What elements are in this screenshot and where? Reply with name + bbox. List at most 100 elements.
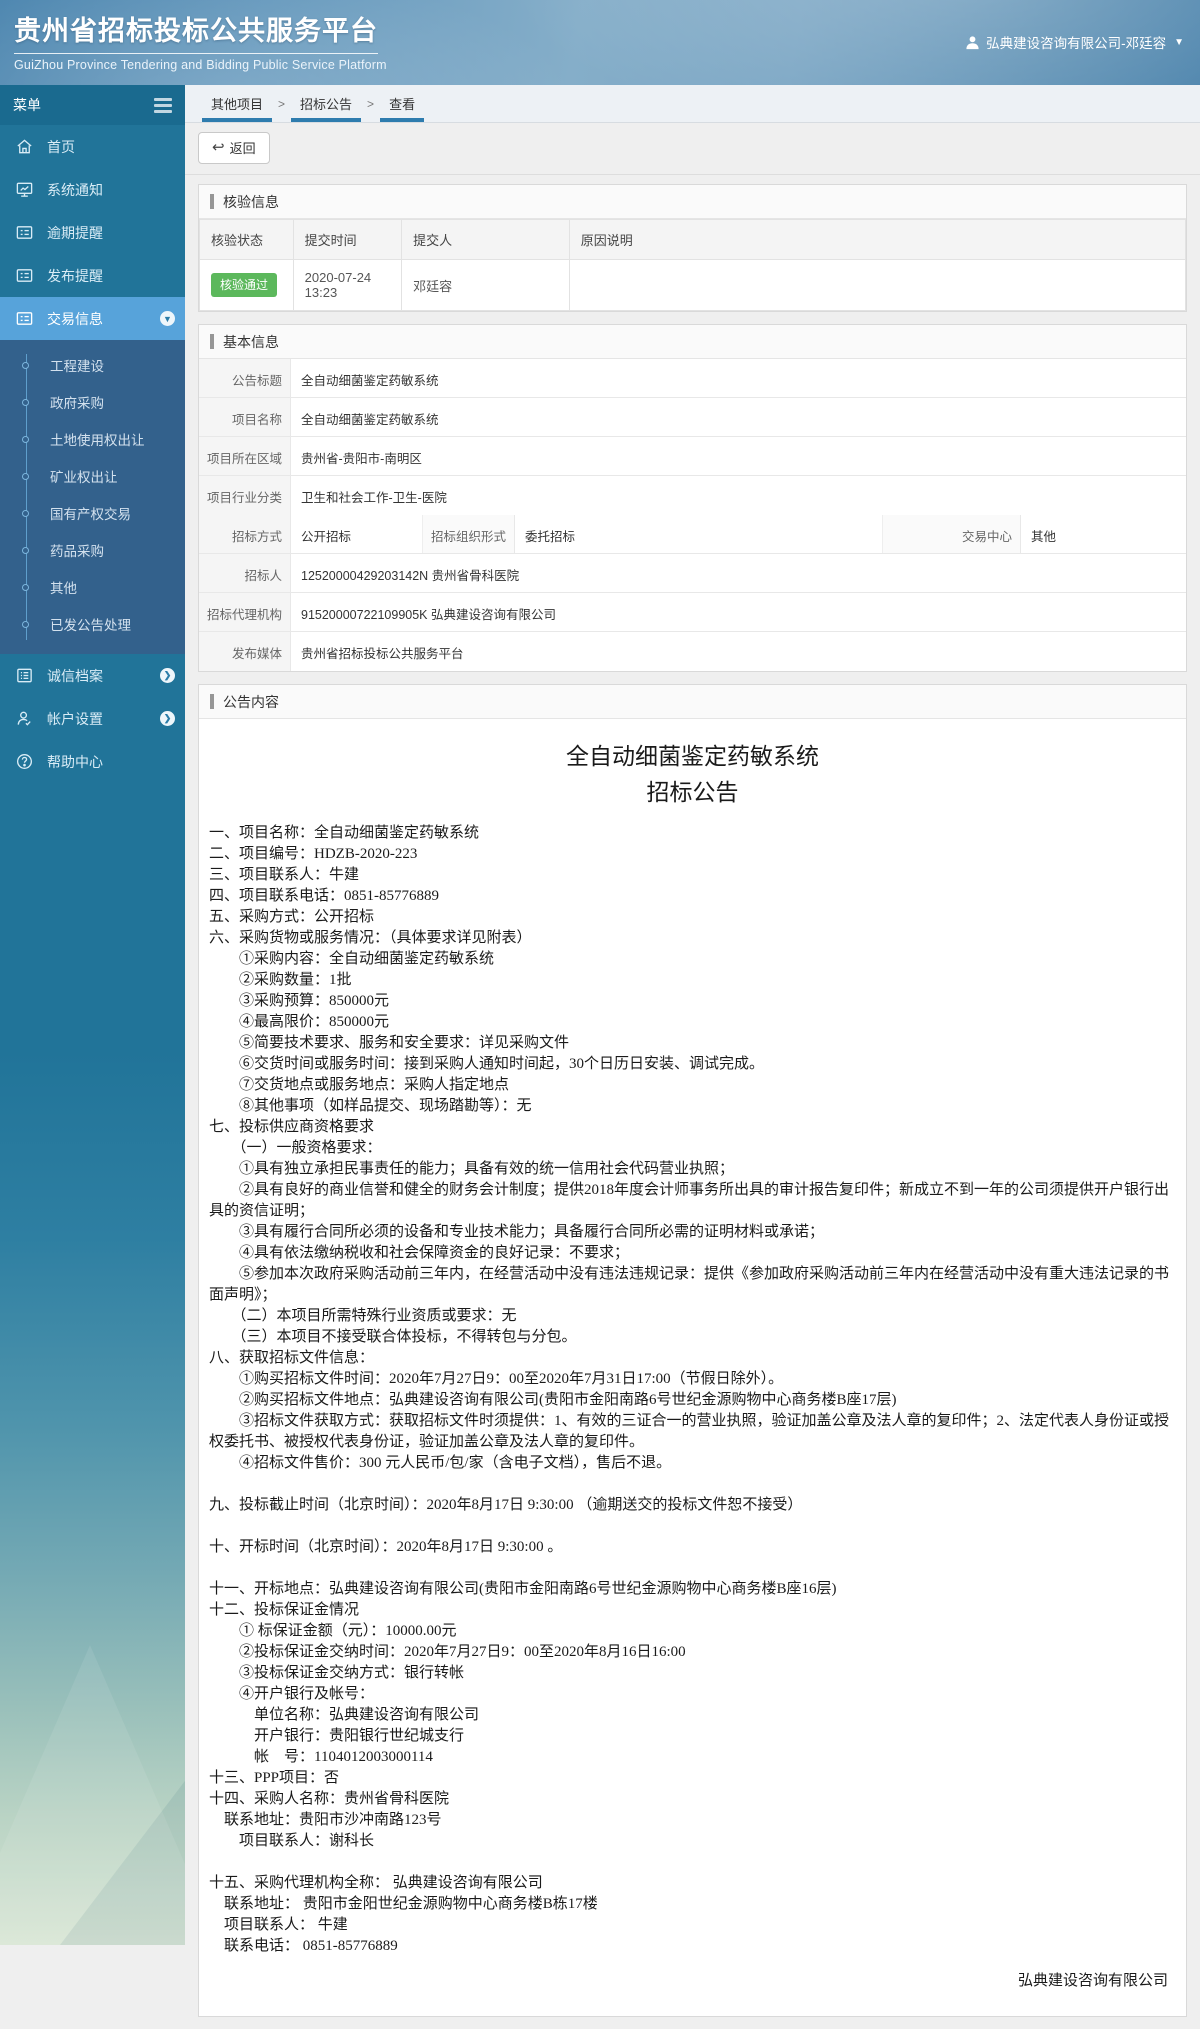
info-value: 91520000722109905K 弘典建设咨询有限公司	[291, 593, 1186, 631]
doc-line: 单位名称：弘典建设咨询有限公司	[209, 1707, 480, 1723]
doc-line: 帐 号：1104012003000114	[209, 1749, 433, 1765]
info-label: 交易中心	[883, 515, 1021, 553]
bullet-icon	[22, 436, 29, 443]
page-subtitle: GuiZhou Province Tendering and Bidding P…	[14, 58, 387, 72]
sidebar-item-label: 诚信档案	[47, 667, 103, 684]
doc-line: ①购买招标文件时间：2020年7月27日9：00至2020年7月31日17:00…	[209, 1371, 784, 1387]
column-header: 核验状态	[199, 219, 294, 260]
bullet-icon	[22, 621, 29, 628]
sidebar-item-help-center[interactable]: 帮助中心	[0, 740, 185, 783]
sidebar-item-label: 交易信息	[47, 310, 103, 327]
doc-line: 十一、开标地点：弘典建设咨询有限公司(贵阳市金阳南路6号世纪金源购物中心商务楼B…	[209, 1581, 837, 1597]
sidebar-item-home[interactable]: 首页	[0, 125, 185, 168]
submenu-item-label: 政府采购	[50, 396, 104, 411]
verify-info-title: 核验信息	[199, 185, 1186, 219]
sidebar-item-label: 发布提醒	[47, 267, 103, 284]
doc-line: ④招标文件售价：300 元人民币/包/家（含电子文档），售后不退。	[209, 1455, 672, 1471]
breadcrumb-item-tender-announcement[interactable]: 招标公告	[288, 85, 364, 122]
submenu-item[interactable]: 政府采购	[0, 385, 185, 422]
info-row-triple: 招标方式 公开招标 招标组织形式 委托招标 交易中心 其他	[199, 515, 1186, 554]
chevron-right-icon: ❯	[160, 668, 175, 683]
document-body: 一、项目名称：全自动细菌鉴定药敏系统 二、项目编号：HDZB-2020-223 …	[209, 823, 1176, 1957]
submenu-item[interactable]: 其他	[0, 570, 185, 607]
sidebar-item-account-settings[interactable]: 帐户设置 ❯	[0, 697, 185, 740]
info-label: 项目所在区域	[199, 437, 291, 475]
doc-line: ⑦交货地点或服务地点：采购人指定地点	[209, 1077, 510, 1093]
hamburger-icon[interactable]	[154, 97, 172, 113]
back-button-label: 返回	[229, 141, 256, 156]
folder-list-icon	[16, 226, 33, 239]
info-label: 发布媒体	[199, 632, 291, 671]
user-menu[interactable]: 弘典建设咨询有限公司-邓廷容 ▼	[965, 32, 1184, 52]
info-row: 项目行业分类 卫生和社会工作-卫生-医院	[199, 476, 1186, 515]
info-row: 招标代理机构 91520000722109905K 弘典建设咨询有限公司	[199, 593, 1186, 632]
toolbar: ↩ 返回	[185, 123, 1200, 175]
verify-info-table: 核验状态 提交时间 提交人 原因说明 核验通过 2020-07-24 13:23…	[199, 219, 1187, 311]
announcement-title: 公告内容	[199, 685, 1186, 719]
breadcrumb-item-view[interactable]: 查看	[377, 85, 427, 122]
sidebar: 菜单 首页 系统通知 逾期提醒 发布提醒 交易信息 ▼ 工程建设 政府采购 土地…	[0, 85, 185, 1945]
info-label: 招标组织形式	[423, 515, 515, 553]
sidebar-item-overdue-reminder[interactable]: 逾期提醒	[0, 211, 185, 254]
table-header-row: 核验状态 提交时间 提交人 原因说明	[199, 219, 1187, 260]
info-label: 项目名称	[199, 398, 291, 436]
submenu-item[interactable]: 国有产权交易	[0, 496, 185, 533]
basic-info-rows: 公告标题 全自动细菌鉴定药敏系统 项目名称 全自动细菌鉴定药敏系统 项目所在区域…	[199, 359, 1186, 515]
info-label: 招标方式	[199, 515, 291, 553]
app-header: 贵州省招标投标公共服务平台 GuiZhou Province Tendering…	[0, 0, 1200, 85]
folder-list-icon	[16, 269, 33, 282]
back-button[interactable]: ↩ 返回	[198, 132, 270, 164]
doc-line: 十五、采购代理机构全称： 弘典建设咨询有限公司	[209, 1875, 543, 1891]
doc-line: 开户银行：贵阳银行世纪城支行	[209, 1728, 465, 1744]
doc-line	[209, 1558, 1176, 1579]
doc-line: 联系地址： 贵阳市金阳世纪金源购物中心商务楼B栋17楼	[209, 1896, 598, 1912]
doc-line: ③具有履行合同所必须的设备和专业技术能力；具备履行合同所必需的证明材料或承诺；	[209, 1224, 825, 1240]
info-value: 委托招标	[515, 515, 883, 553]
info-row: 项目名称 全自动细菌鉴定药敏系统	[199, 398, 1186, 437]
user-name: 弘典建设咨询有限公司-邓廷容	[986, 36, 1167, 51]
reason-cell	[568, 259, 1187, 311]
doc-line: （一）一般资格要求：	[209, 1140, 382, 1156]
info-value: 卫生和社会工作-卫生-医院	[291, 476, 1186, 515]
info-value: 公开招标	[291, 515, 423, 553]
verify-info-panel: 核验信息 核验状态 提交时间 提交人 原因说明 核验通过 2020-07-24 …	[198, 184, 1187, 312]
column-header: 原因说明	[568, 219, 1187, 260]
column-header: 提交时间	[292, 219, 403, 260]
doc-line: 七、投标供应商资格要求	[209, 1119, 375, 1135]
sidebar-item-credit-archive[interactable]: 诚信档案 ❯	[0, 654, 185, 697]
breadcrumb-separator: >	[367, 96, 375, 111]
doc-line: ②具有良好的商业信誉和健全的财务会计制度；提供2018年度会计师事务所出具的审计…	[209, 1182, 1170, 1219]
submenu-item[interactable]: 土地使用权出让	[0, 422, 185, 459]
submenu-item-label: 其他	[50, 581, 77, 596]
submenu-item-label: 药品采购	[50, 544, 104, 559]
doc-line: 十三、PPP项目：否	[209, 1770, 340, 1786]
doc-line: ②购买招标文件地点：弘典建设咨询有限公司(贵阳市金阳南路6号世纪金源购物中心商务…	[209, 1392, 897, 1408]
doc-line: 三、项目联系人：牛建	[209, 867, 360, 883]
doc-line: （二）本项目所需特殊行业资质或要求：无	[209, 1308, 517, 1324]
bullet-icon	[22, 399, 29, 406]
archive-icon	[17, 668, 32, 683]
doc-line: 项目联系人： 牛建	[209, 1917, 348, 1933]
sidebar-item-notifications[interactable]: 系统通知	[0, 168, 185, 211]
doc-line: 四、项目联系电话：0851-85776889	[209, 888, 439, 904]
sidebar-item-label: 帮助中心	[47, 753, 103, 770]
sidebar-item-label: 帐户设置	[47, 710, 103, 727]
submenu-item[interactable]: 药品采购	[0, 533, 185, 570]
transaction-submenu: 工程建设 政府采购 土地使用权出让 矿业权出让 国有产权交易 药品采购 其他 已…	[0, 340, 185, 654]
sidebar-item-transaction-info[interactable]: 交易信息 ▼	[0, 297, 185, 340]
submenu-item-label: 工程建设	[50, 359, 104, 374]
sidebar-item-publish-reminder[interactable]: 发布提醒	[0, 254, 185, 297]
breadcrumb-item-other-projects[interactable]: 其他项目	[199, 85, 275, 122]
doc-line: 二、项目编号：HDZB-2020-223	[209, 846, 418, 862]
doc-line: ④最高限价：850000元	[209, 1014, 390, 1030]
user-gear-icon	[17, 711, 31, 726]
info-label: 招标代理机构	[199, 593, 291, 631]
submenu-item[interactable]: 工程建设	[0, 348, 185, 385]
doc-line: 项目联系人：谢科长	[209, 1833, 375, 1849]
menu-label: 菜单	[13, 97, 41, 113]
document-title: 全自动细菌鉴定药敏系统	[566, 744, 819, 769]
doc-line: ④开户银行及帐号：	[209, 1686, 375, 1702]
document-signature: 弘典建设咨询有限公司	[1017, 1973, 1168, 1989]
submenu-item[interactable]: 矿业权出让	[0, 459, 185, 496]
submenu-item[interactable]: 已发公告处理	[0, 607, 185, 644]
